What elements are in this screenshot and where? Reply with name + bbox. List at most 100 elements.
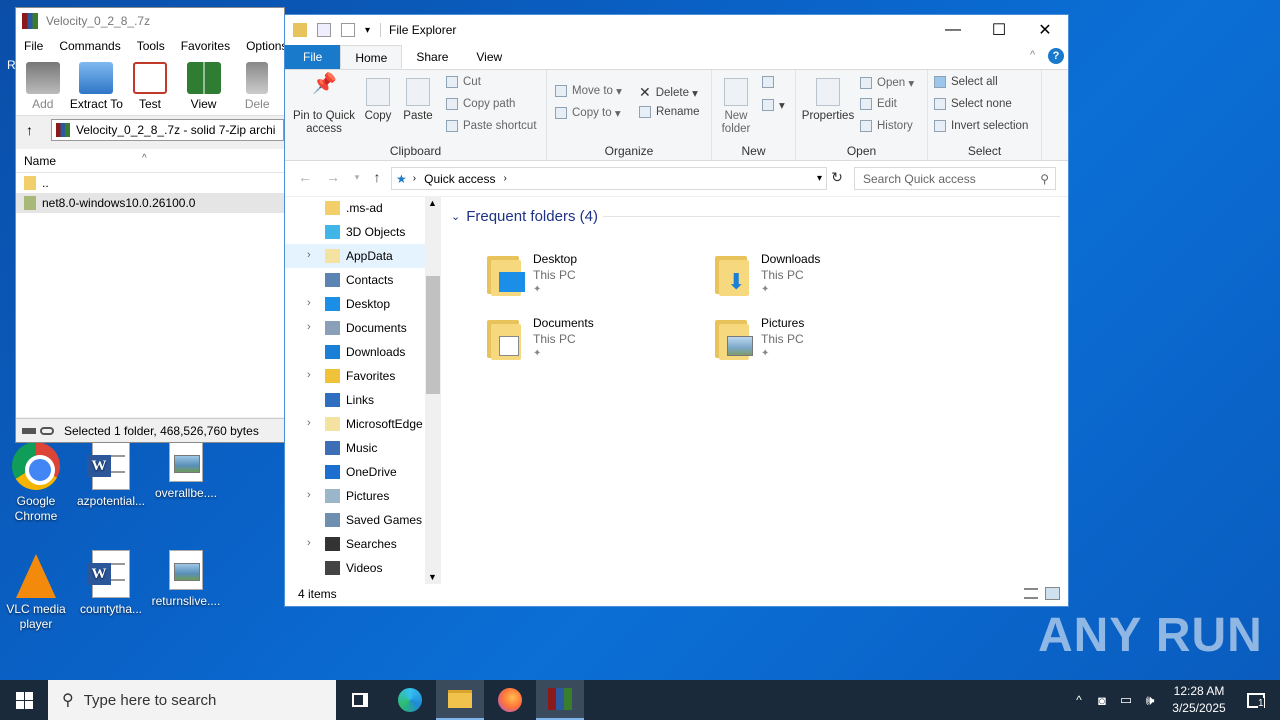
large-icons-view-icon[interactable] [1045, 587, 1060, 600]
list-item[interactable]: net8.0-windows10.0.26100.0 [16, 193, 284, 213]
collapse-ribbon-icon[interactable]: ^ [1030, 49, 1035, 61]
new-folder-button[interactable]: New folder [716, 78, 756, 136]
tree-item[interactable]: Saved Games [285, 508, 440, 532]
view-button[interactable]: View [177, 58, 231, 115]
list-item[interactable]: .. [16, 173, 284, 193]
extract-to-button[interactable]: Extract To [70, 58, 124, 115]
move-to-button[interactable]: Move to ▾ [555, 84, 622, 98]
help-icon[interactable]: ? [1048, 48, 1064, 64]
tree-item[interactable]: .ms-ad [285, 196, 440, 220]
taskbar-clock[interactable]: 12:28 AM 3/25/2025 [1160, 683, 1238, 717]
taskbar-file-explorer[interactable] [436, 680, 484, 720]
customize-toolbar-chevron-icon[interactable]: ▾ [365, 25, 370, 36]
desktop-icon-word-doc[interactable]: W countytha... [71, 550, 151, 617]
network-icon[interactable]: ▭ [1114, 692, 1138, 708]
paste-shortcut-button[interactable]: Paste shortcut [446, 120, 537, 132]
new-folder-icon[interactable] [341, 23, 355, 37]
folder-tile-desktop[interactable]: Desktop This PC ✦ [487, 252, 687, 308]
edit-button[interactable]: Edit [860, 98, 897, 110]
start-button[interactable] [0, 680, 48, 720]
recent-locations-chevron-icon[interactable]: ▾ [347, 172, 367, 183]
copy-path-button[interactable]: Copy path [446, 98, 515, 110]
column-header-name[interactable]: Name ^ [16, 149, 284, 173]
copy-button[interactable]: Copy [361, 78, 395, 123]
tree-item[interactable]: Videos [285, 556, 440, 580]
rename-button[interactable]: Rename [639, 106, 699, 118]
taskbar-winrar[interactable] [536, 680, 584, 720]
tree-item[interactable]: Contacts [285, 268, 440, 292]
expand-chevron-icon[interactable]: › [307, 537, 311, 549]
folder-tile-documents[interactable]: Documents This PC ✦ [487, 316, 687, 372]
properties-icon[interactable] [317, 23, 331, 37]
meet-now-icon[interactable]: ◙ [1090, 693, 1114, 708]
scroll-up-arrow-icon[interactable]: ▲ [428, 198, 437, 208]
tree-item[interactable]: Links [285, 388, 440, 412]
select-none-button[interactable]: Select none [934, 98, 1012, 110]
tab-home[interactable]: Home [340, 45, 403, 69]
properties-button[interactable]: Properties [800, 78, 856, 123]
tab-share[interactable]: Share [402, 45, 462, 69]
expand-chevron-icon[interactable]: › [307, 369, 311, 381]
maximize-button[interactable]: ☐ [976, 15, 1022, 45]
menu-file[interactable]: File [16, 39, 51, 53]
tree-item[interactable]: OneDrive [285, 460, 440, 484]
taskbar-search-box[interactable]: ⚲ Type here to search [48, 680, 336, 720]
scroll-down-arrow-icon[interactable]: ▼ [428, 572, 437, 582]
up-arrow-icon[interactable]: ↑ [26, 122, 33, 138]
frequent-folders-header[interactable]: ⌄ Frequent folders (4) [451, 208, 598, 225]
task-view-button[interactable] [336, 680, 384, 720]
search-input[interactable]: Search Quick access ⚲ [854, 167, 1056, 190]
desktop-icon-image[interactable]: returnslive.... [146, 550, 226, 609]
minimize-button[interactable]: — [930, 15, 976, 45]
expand-chevron-icon[interactable]: › [307, 249, 311, 261]
invert-selection-button[interactable]: Invert selection [934, 120, 1028, 132]
test-button[interactable]: Test [123, 58, 177, 115]
tree-item[interactable]: › Documents [285, 316, 440, 340]
details-view-icon[interactable] [1024, 588, 1038, 599]
menu-tools[interactable]: Tools [129, 39, 173, 53]
expand-chevron-icon[interactable]: › [307, 417, 311, 429]
folder-tile-pictures[interactable]: Pictures This PC ✦ [715, 316, 915, 372]
action-center-button[interactable]: 1 [1232, 680, 1280, 720]
desktop-icon-image[interactable]: overallbe.... [146, 442, 226, 501]
delete-button[interactable]: ✕ Delete ▾ [639, 84, 698, 101]
refresh-icon[interactable]: ↻ [827, 169, 847, 186]
tree-item[interactable]: Music [285, 436, 440, 460]
history-button[interactable]: History [860, 120, 913, 132]
forward-arrow-icon[interactable]: → [323, 169, 343, 185]
cut-button[interactable]: Cut [446, 76, 481, 88]
scrollbar-thumb[interactable] [426, 276, 440, 394]
folder-tile-downloads[interactable]: ⬇ Downloads This PC ✦ [715, 252, 915, 308]
up-arrow-icon[interactable]: ↑ [367, 169, 387, 185]
tree-item[interactable]: › AppData [285, 244, 440, 268]
pin-to-quick-access-button[interactable]: 📌 Pin to Quick access [289, 74, 359, 136]
close-button[interactable]: ✕ [1022, 15, 1068, 45]
back-arrow-icon[interactable]: ← [295, 169, 315, 185]
expand-chevron-icon[interactable]: › [307, 321, 311, 333]
desktop-icon-vlc[interactable]: VLC media player [0, 550, 76, 632]
tree-item[interactable]: › Favorites [285, 364, 440, 388]
menu-favorites[interactable]: Favorites [173, 39, 238, 53]
tree-item[interactable]: › Pictures [285, 484, 440, 508]
delete-button[interactable]: Dele [230, 58, 284, 115]
easy-access-button[interactable]: ▾ [762, 98, 785, 112]
show-hidden-icons-chevron-icon[interactable]: ^ [1068, 693, 1090, 707]
copy-to-button[interactable]: Copy to ▾ [555, 106, 621, 120]
expand-chevron-icon[interactable]: › [307, 489, 311, 501]
address-dropdown-chevron-icon[interactable]: ▾ [817, 173, 822, 184]
volume-icon[interactable]: 🕪 [1138, 692, 1162, 709]
paste-button[interactable]: Paste [401, 78, 435, 123]
new-item-button[interactable] [762, 76, 779, 88]
menu-commands[interactable]: Commands [51, 39, 128, 53]
navigation-pane-scrollbar[interactable]: ▲ ▼ [425, 196, 441, 584]
tab-view[interactable]: View [462, 45, 516, 69]
tree-item[interactable]: 3D Objects [285, 220, 440, 244]
tree-item[interactable]: › Desktop [285, 292, 440, 316]
expand-chevron-icon[interactable]: › [307, 297, 311, 309]
tree-item[interactable]: Downloads [285, 340, 440, 364]
breadcrumb[interactable]: Quick access [424, 172, 495, 186]
open-button[interactable]: Open ▾ [860, 76, 914, 90]
address-bar[interactable]: ★ › Quick access › ▾ [391, 167, 827, 190]
add-button[interactable]: Add [16, 58, 70, 115]
tree-item[interactable]: › Searches [285, 532, 440, 556]
